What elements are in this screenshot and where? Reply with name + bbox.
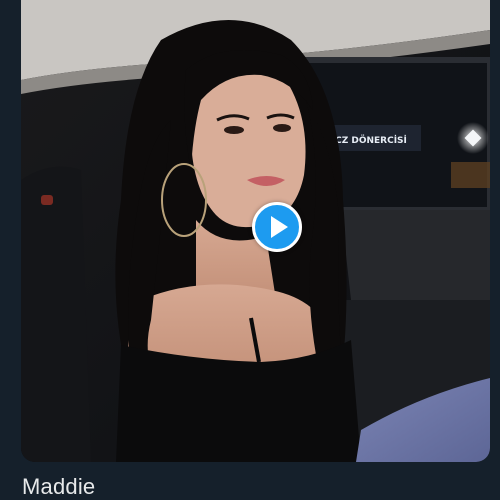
display-name: Maddie bbox=[22, 474, 96, 499]
sign-text: CZ DÖNERCİSİ bbox=[335, 135, 407, 146]
tweet-media-view: CZ DÖNERCİSİ Maddie bbox=[0, 0, 500, 500]
play-button[interactable] bbox=[252, 202, 302, 252]
video-thumbnail[interactable]: CZ DÖNERCİSİ bbox=[21, 0, 490, 462]
play-icon bbox=[271, 216, 288, 238]
